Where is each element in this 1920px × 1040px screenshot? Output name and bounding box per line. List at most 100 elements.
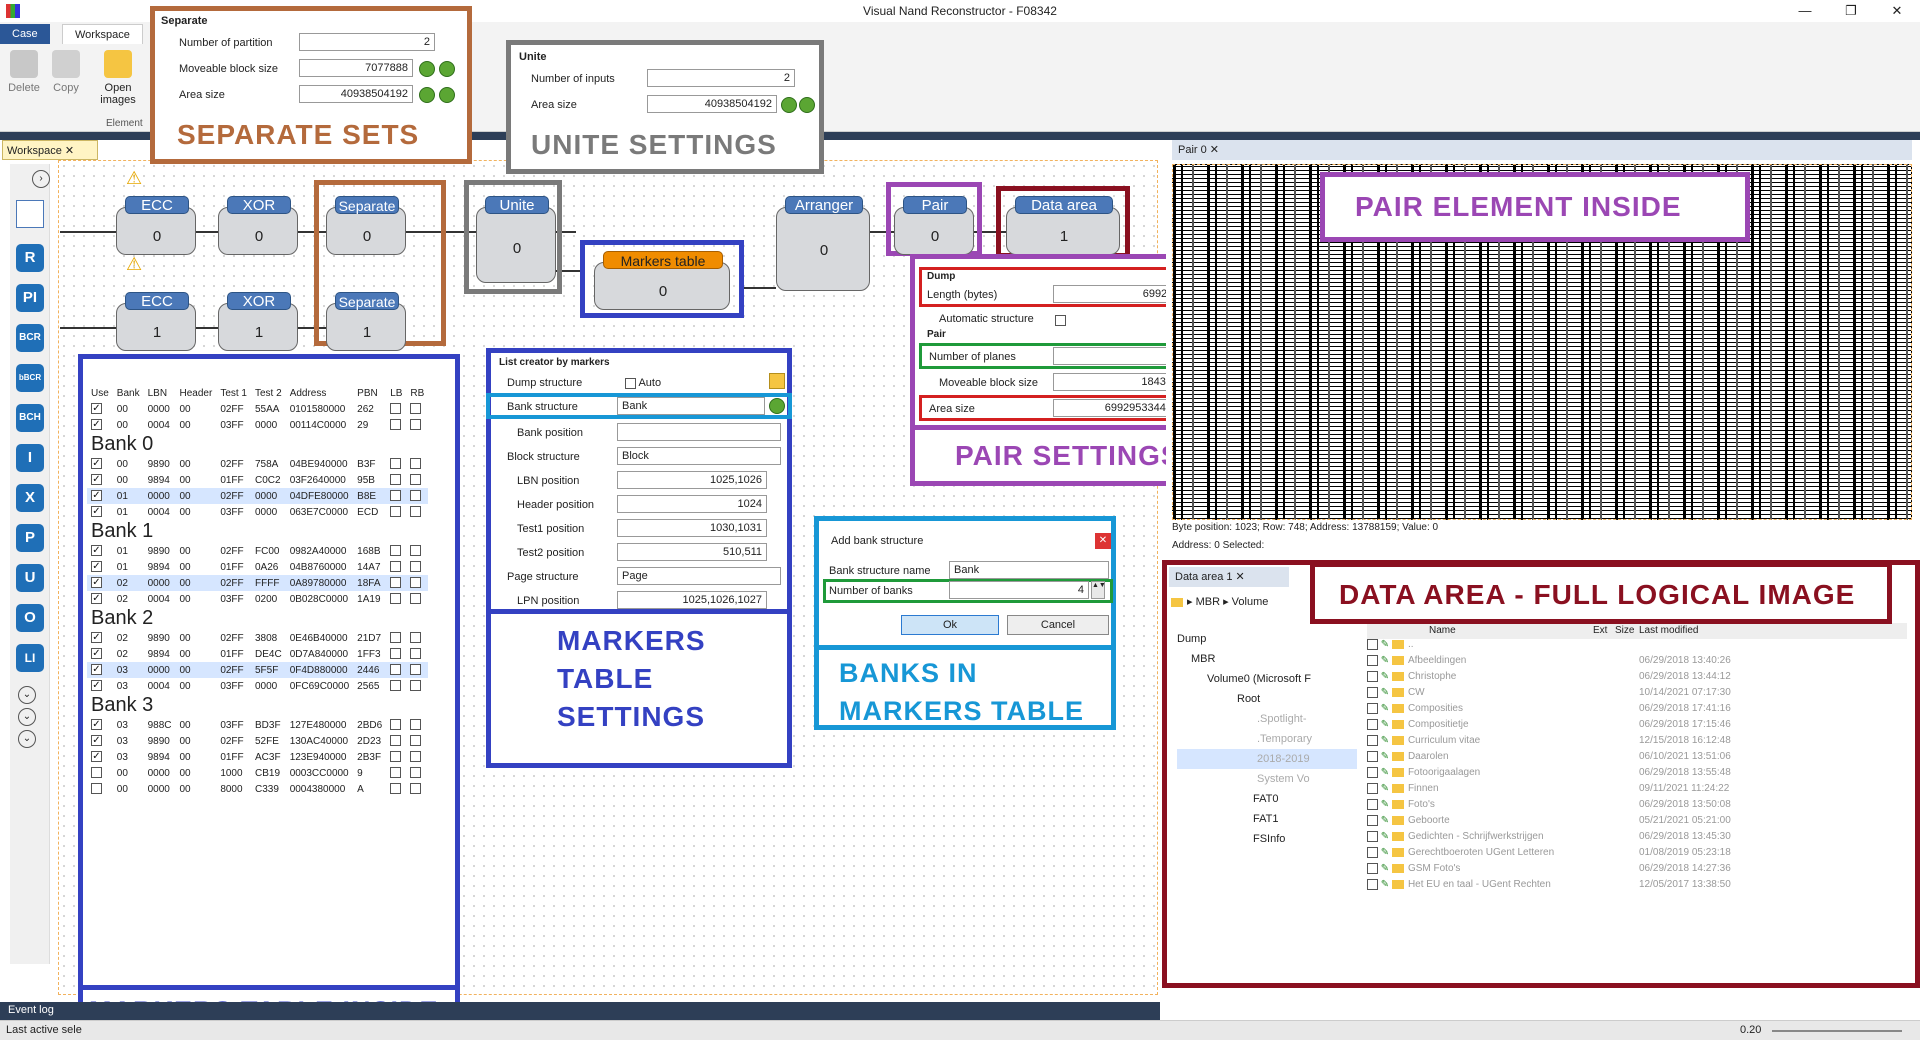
checkbox[interactable] — [91, 577, 102, 589]
table-row[interactable]: 00 0000 00 1000 CB19 0003CC0000 9 — [87, 765, 428, 781]
checkbox[interactable] — [91, 648, 102, 660]
data-area-tab[interactable]: Data area 1 ✕ — [1169, 567, 1289, 587]
tree-item[interactable]: Root — [1177, 689, 1357, 709]
bank-name-field[interactable]: Bank — [949, 561, 1109, 579]
list-item[interactable]: ✎ CW 10/14/2021 07:17:30 — [1367, 683, 1907, 699]
table-row[interactable]: 03 988C 00 03FF BD3F 127E480000 2BD6 — [87, 717, 428, 733]
list-item[interactable]: ✎ Afbeeldingen 06/29/2018 13:40:26 — [1367, 651, 1907, 667]
checkbox[interactable] — [410, 664, 422, 676]
moveable-block-field[interactable]: 18432 — [1053, 373, 1177, 391]
checkbox[interactable] — [91, 419, 102, 431]
column-header[interactable]: Test 1 — [216, 385, 251, 401]
checkbox[interactable] — [410, 593, 422, 605]
tree-item[interactable]: FSInfo — [1177, 829, 1357, 849]
node-separate-1[interactable]: Separate 1 — [326, 292, 406, 351]
edit-icon[interactable] — [769, 373, 785, 389]
checkbox[interactable] — [1367, 750, 1378, 762]
tool-i-button[interactable]: I — [16, 444, 44, 472]
checkbox[interactable] — [390, 506, 402, 518]
minimize-button[interactable]: — — [1782, 0, 1828, 22]
column-header[interactable]: Test 2 — [251, 385, 286, 401]
checkbox[interactable] — [91, 458, 102, 470]
checkbox[interactable] — [91, 561, 102, 573]
checkbox[interactable] — [1367, 798, 1378, 810]
checkbox[interactable] — [91, 545, 102, 557]
checkbox[interactable] — [410, 506, 422, 518]
checkbox[interactable] — [410, 403, 422, 415]
calc-icon[interactable] — [419, 61, 435, 77]
table-row[interactable]: 03 0004 00 03FF 0000 0FC69C0000 2565 — [87, 678, 428, 694]
tool-p-button[interactable]: P — [16, 524, 44, 552]
checkbox[interactable] — [390, 490, 402, 502]
table-row[interactable]: 00 0004 00 03FF 0000 00114C0000 29 — [87, 417, 428, 433]
checkbox[interactable] — [91, 506, 102, 518]
checkbox[interactable] — [91, 719, 102, 731]
checkbox[interactable] — [1367, 814, 1378, 826]
table-row[interactable]: 00 9894 00 01FF C0C2 03F2640000 95B — [87, 472, 428, 488]
node-separate-0[interactable]: Separate 0 — [326, 196, 406, 255]
node-arranger[interactable]: Arranger 0 — [776, 196, 870, 291]
table-row[interactable]: 0100000002FF000004DFE80000B8E — [87, 488, 429, 504]
list-item[interactable]: ✎ Compositietje 06/29/2018 17:15:46 — [1367, 715, 1907, 731]
checkbox[interactable] — [410, 680, 422, 692]
node-pair[interactable]: Pair 0 — [894, 196, 974, 255]
lpn-position-field[interactable]: 1025,1026,1027 — [617, 591, 767, 609]
checkbox[interactable] — [91, 403, 102, 415]
tool-bch-button[interactable]: BCH — [16, 404, 44, 432]
checkbox[interactable] — [1367, 830, 1378, 842]
list-item[interactable]: ✎ Geboorte 05/21/2021 05:21:00 — [1367, 811, 1907, 827]
checkbox[interactable] — [390, 680, 402, 692]
tree-item[interactable]: Dump — [1177, 629, 1357, 649]
delete-button[interactable]: Delete — [6, 50, 42, 94]
auto-checkbox[interactable]: Auto — [625, 377, 661, 389]
checkbox[interactable] — [91, 664, 102, 676]
list-item[interactable]: ✎ Gedichten - Schrijfwerkstrijgen 06/29/2… — [1367, 827, 1907, 843]
checkbox[interactable] — [1367, 878, 1378, 890]
breadcrumb-item[interactable]: MBR — [1196, 596, 1220, 608]
checkbox[interactable] — [410, 545, 422, 557]
tool-u-button[interactable]: U — [16, 564, 44, 592]
list-item[interactable]: ✎ .. — [1367, 635, 1907, 651]
page-structure-select[interactable]: Page — [617, 567, 781, 585]
calc-icon[interactable] — [419, 87, 435, 103]
node-markers-table[interactable]: Markers table 0 — [594, 251, 730, 310]
table-row[interactable]: 01 0004 00 03FF 0000 063E7C0000 ECD — [87, 504, 428, 520]
checkbox[interactable] — [390, 593, 402, 605]
partition-field[interactable]: 2 — [299, 33, 435, 51]
checkbox[interactable] — [410, 577, 422, 589]
checkbox[interactable] — [390, 735, 402, 747]
dialog-close-button[interactable]: ✕ — [1095, 533, 1111, 549]
expand-icon[interactable]: ⌄ — [18, 730, 36, 748]
block-structure-select[interactable]: Block — [617, 447, 781, 465]
checkbox[interactable] — [1367, 862, 1378, 874]
calc-icon[interactable] — [781, 97, 797, 113]
tool-pi-button[interactable]: PI — [16, 284, 44, 312]
node-xor-0[interactable]: XOR 0 — [218, 196, 298, 255]
collapse-icon[interactable]: › — [32, 170, 50, 188]
moveable-block-field[interactable]: 7077888 — [299, 59, 413, 77]
tool-li-button[interactable]: LI — [16, 644, 44, 672]
checkbox[interactable] — [390, 783, 402, 795]
list-item[interactable]: ✎ Finnen 09/11/2021 11:24:22 — [1367, 779, 1907, 795]
table-row[interactable]: 01 9894 00 01FF 0A26 04B8760000 14A7 — [87, 559, 428, 575]
banks-spinner[interactable]: ▲▼ — [1091, 581, 1106, 599]
event-log-tab[interactable]: Event log — [0, 1002, 1160, 1020]
node-ecc-0[interactable]: ECC 0 — [116, 196, 196, 255]
checkbox[interactable] — [410, 751, 422, 763]
checkbox[interactable] — [390, 419, 402, 431]
table-row[interactable]: 02 0004 00 03FF 0200 0B028C0000 1A19 — [87, 591, 428, 607]
tool-o-button[interactable]: O — [16, 604, 44, 632]
column-header[interactable]: LB — [386, 385, 406, 401]
checkbox[interactable] — [410, 767, 422, 779]
node-ecc-1[interactable]: ECC 1 — [116, 292, 196, 351]
checkbox[interactable] — [410, 474, 422, 486]
checkbox[interactable] — [1367, 734, 1378, 746]
checkbox[interactable] — [91, 767, 102, 779]
calc-icon[interactable] — [439, 61, 455, 77]
checkbox[interactable] — [390, 632, 402, 644]
column-header[interactable]: Bank — [113, 385, 144, 401]
checkbox[interactable] — [91, 751, 102, 763]
tree-item[interactable]: System Vo — [1177, 769, 1357, 789]
pair-tab[interactable]: Pair 0 ✕ — [1172, 140, 1912, 160]
checkbox[interactable] — [410, 735, 422, 747]
